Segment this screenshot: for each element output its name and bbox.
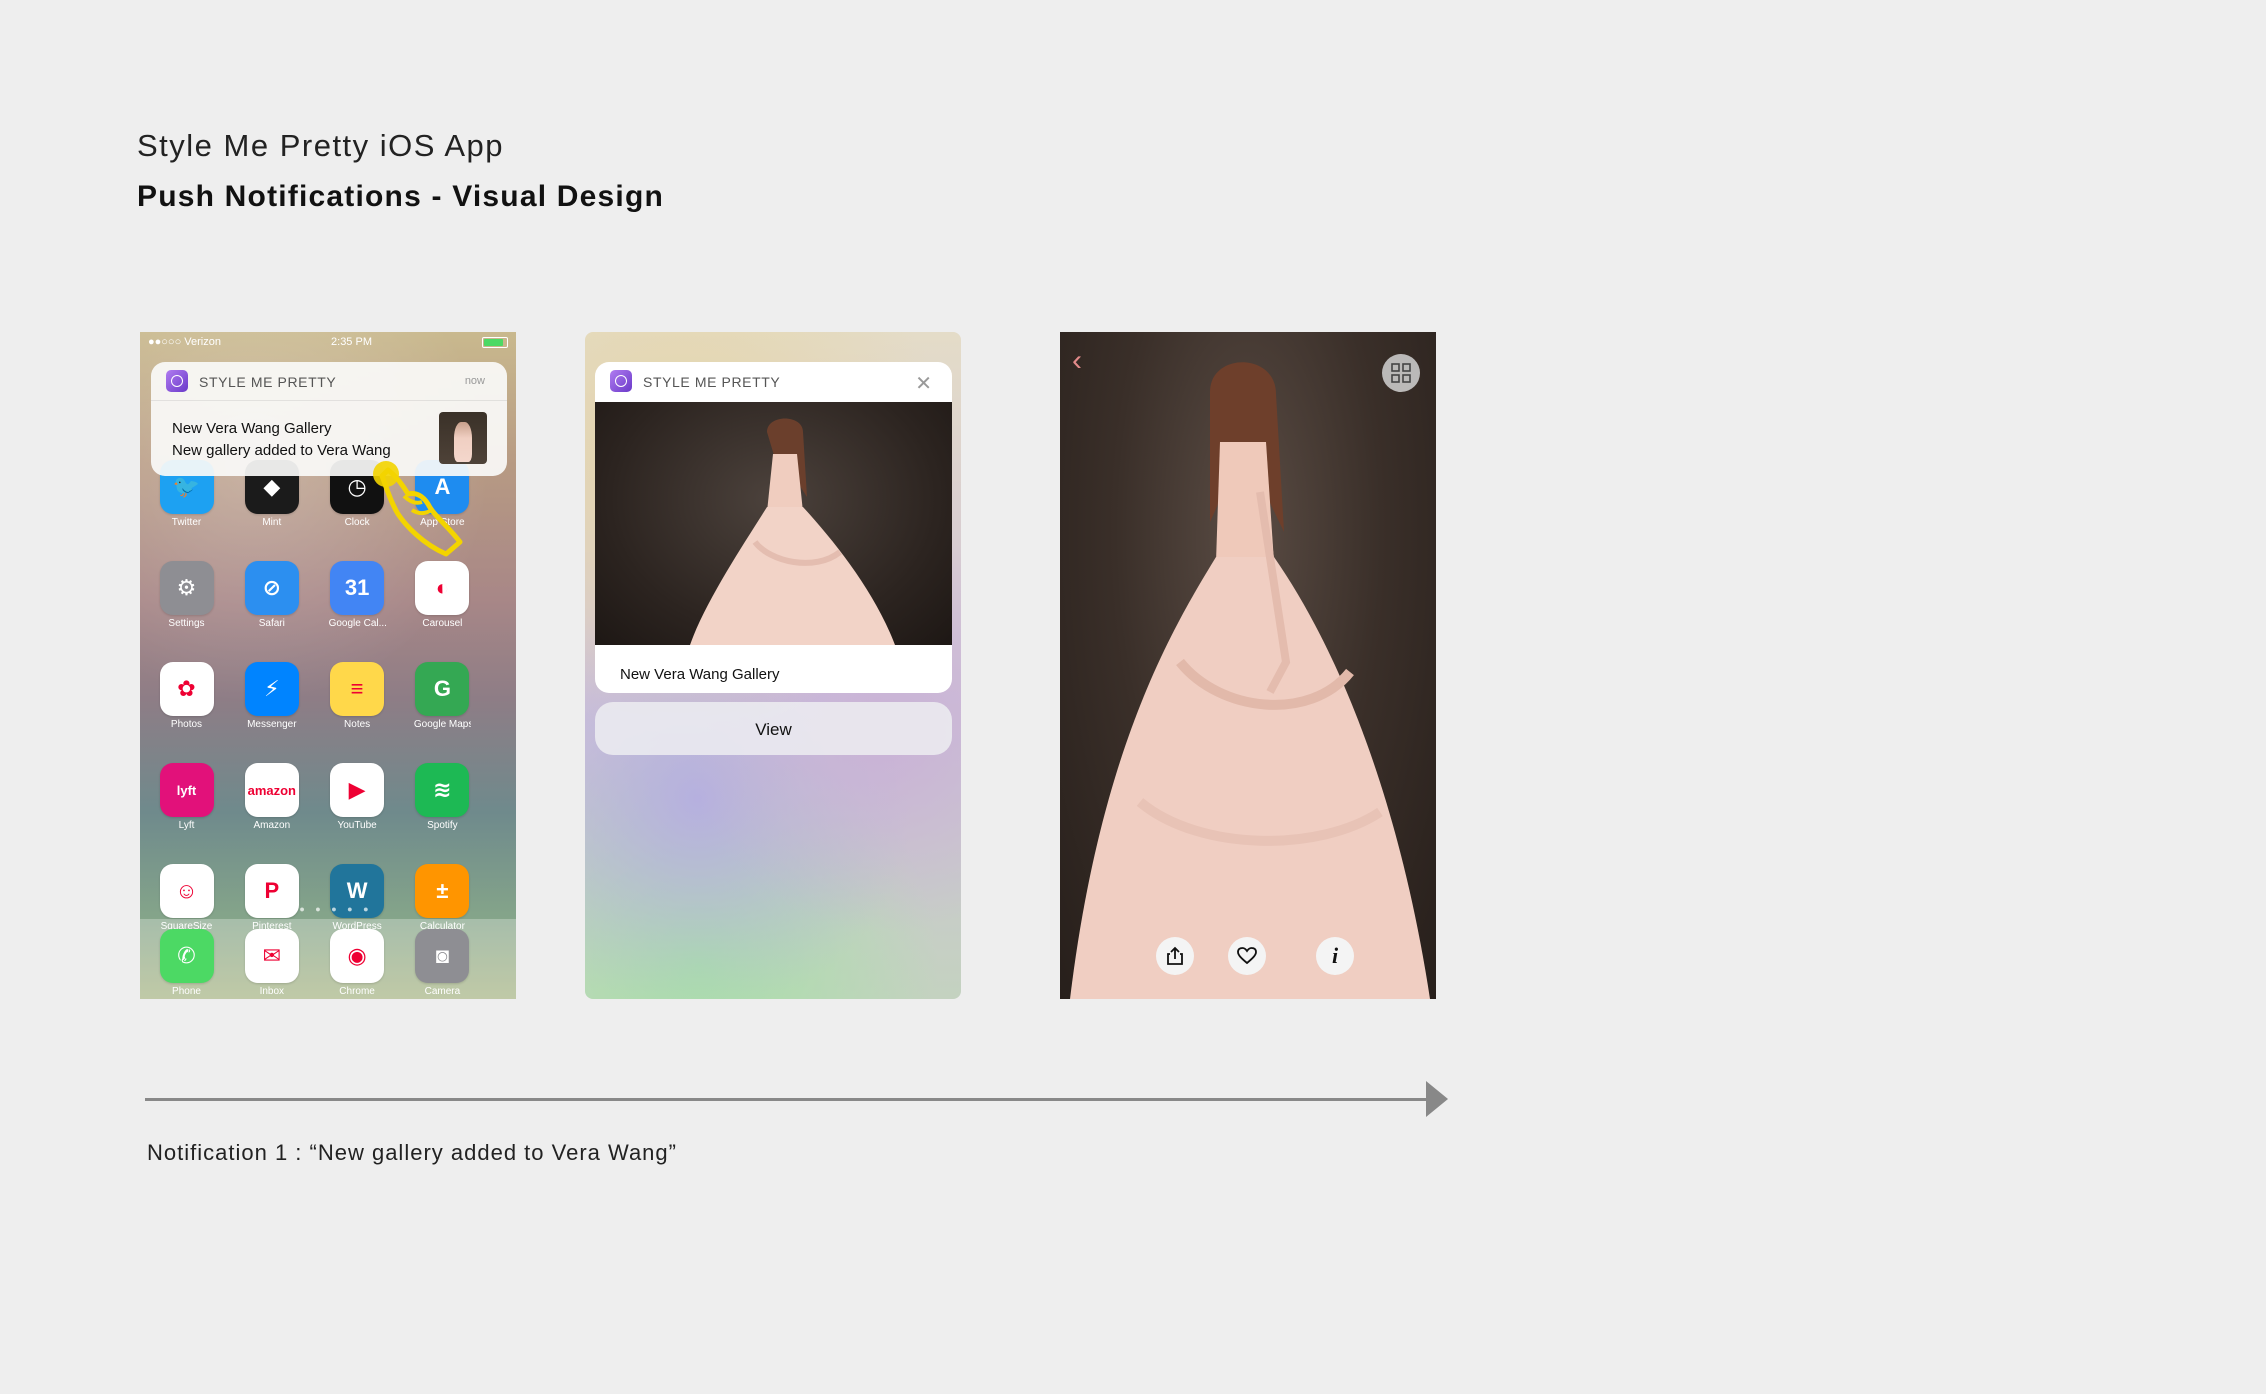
screen1.dock-app-2[interactable]: ◉ Chrome <box>329 929 386 999</box>
app-label: Chrome <box>339 986 375 997</box>
notification-header: STYLE ME PRETTY ✕ <box>595 362 952 402</box>
screen1.apps-app-14[interactable]: ▶ YouTube <box>329 763 386 831</box>
grid-icon[interactable] <box>1382 354 1420 392</box>
notes-icon: ≡ <box>330 662 385 716</box>
view-button[interactable]: View <box>595 702 952 755</box>
screen1.dock-app-3[interactable]: ◙ Camera <box>414 929 471 999</box>
screen1.dock-app-0[interactable]: ✆ Phone <box>158 929 215 999</box>
gallery-preview-image[interactable] <box>595 402 952 645</box>
close-icon[interactable]: ✕ <box>915 371 932 396</box>
status-time: 2:35 PM <box>331 336 372 348</box>
expanded-notification-card: STYLE ME PRETTY ✕ New Vera Wang Gallery <box>595 362 952 693</box>
notification-app-name: STYLE ME PRETTY <box>199 374 337 390</box>
signal-icon: ●●○○○ <box>148 336 182 348</box>
screen1.apps-app-6[interactable]: 31 Google Cal... <box>329 561 386 629</box>
app-label: Camera <box>424 986 461 997</box>
lyft-icon: lyft <box>159 763 214 817</box>
style-me-pretty-app-icon <box>166 370 188 392</box>
app-label: Messenger <box>247 719 297 730</box>
screen1.apps-app-7[interactable]: ◐ Carousel <box>414 561 471 629</box>
notification-header: STYLE ME PRETTY now <box>151 362 507 401</box>
notification-app-name: STYLE ME PRETTY <box>643 374 781 390</box>
app-label: Amazon <box>253 820 291 831</box>
app-label: Google Maps <box>413 719 471 730</box>
screen1.apps-app-13[interactable]: amazon Amazon <box>243 763 300 831</box>
notification-body: New gallery added to Vera Wang <box>172 442 391 459</box>
chrome-icon: ◉ <box>330 929 385 983</box>
app-label: Google Cal... <box>328 618 386 629</box>
notification-title: New Vera Wang Gallery <box>172 420 332 437</box>
screen1.apps-app-15[interactable]: ≋ Spotify <box>414 763 471 831</box>
heart-icon[interactable] <box>1228 937 1266 975</box>
page-subtitle: Push Notifications - Visual Design <box>137 180 664 213</box>
gallery-detail-mockup: ‹ i <box>1060 332 1436 999</box>
dock: ✆ Phone ✉ Inbox ◉ Chrome ◙ Camera <box>140 919 516 999</box>
screen1.apps-app-12[interactable]: lyft Lyft <box>158 763 215 831</box>
messenger-icon: ⚡ <box>244 662 299 716</box>
notification-caption: New Vera Wang Gallery <box>620 666 780 683</box>
status-bar: ●●○○○ Verizon 2:35 PM <box>140 332 516 352</box>
settings-icon: ⚙ <box>159 561 214 615</box>
app-label: Safari <box>258 618 285 629</box>
screen1.dock-app-1[interactable]: ✉ Inbox <box>243 929 300 999</box>
screen1.apps-app-8[interactable]: ✿ Photos <box>158 662 215 730</box>
phone-icon: ✆ <box>159 929 214 983</box>
bride-figure-icon <box>690 418 895 645</box>
back-icon[interactable]: ‹ <box>1072 346 1082 376</box>
spotify-icon: ≋ <box>415 763 470 817</box>
google-maps-icon: G <box>415 662 470 716</box>
gallery-photo[interactable] <box>1060 332 1436 999</box>
battery-icon <box>482 336 508 348</box>
youtube-icon: ▶ <box>330 763 385 817</box>
flow-arrow-line <box>145 1098 1427 1101</box>
page-title: Style Me Pretty iOS App <box>137 128 505 163</box>
camera-icon: ◙ <box>415 929 470 983</box>
carrier-label: Verizon <box>184 336 221 348</box>
amazon-icon: amazon <box>244 763 299 817</box>
pointing-hand-icon <box>373 461 463 557</box>
screen1.apps-app-10[interactable]: ≡ Notes <box>329 662 386 730</box>
flow-caption: Notification 1 : “New gallery added to V… <box>147 1140 677 1165</box>
home-screen-mockup: ●●○○○ Verizon 2:35 PM 🐦 Twitter ◆ Mint ◷ Cloc… <box>140 332 516 999</box>
app-label: Mint <box>262 517 282 528</box>
share-icon[interactable] <box>1156 937 1194 975</box>
expanded-notification-mockup: STYLE ME PRETTY ✕ New Vera Wang Gallery … <box>585 332 961 999</box>
app-label: YouTube <box>337 820 377 831</box>
app-label: Spotify <box>427 820 458 831</box>
inbox-icon: ✉ <box>244 929 299 983</box>
app-label: Inbox <box>259 986 285 997</box>
safari-icon: ⊘ <box>244 561 299 615</box>
app-label: Settings <box>168 618 205 629</box>
app-label: Twitter <box>171 517 202 528</box>
screen1.apps-app-4[interactable]: ⚙ Settings <box>158 561 215 629</box>
screen1.apps-app-5[interactable]: ⊘ Safari <box>243 561 300 629</box>
screen1.apps-app-9[interactable]: ⚡ Messenger <box>243 662 300 730</box>
screen1.apps-app-11[interactable]: G Google Maps <box>414 662 471 730</box>
app-label: Carousel <box>422 618 463 629</box>
app-label: Photos <box>170 719 203 730</box>
app-label: Notes <box>344 719 371 730</box>
app-label: Phone <box>172 986 201 997</box>
style-me-pretty-app-icon <box>610 370 632 392</box>
app-label: Lyft <box>178 820 195 831</box>
page-dots-icon: ● ● ● ● ● ● <box>283 904 373 914</box>
notification-time: now <box>464 375 485 387</box>
info-icon[interactable]: i <box>1316 937 1354 975</box>
arrow-right-icon <box>1426 1081 1448 1117</box>
photos-icon: ✿ <box>159 662 214 716</box>
